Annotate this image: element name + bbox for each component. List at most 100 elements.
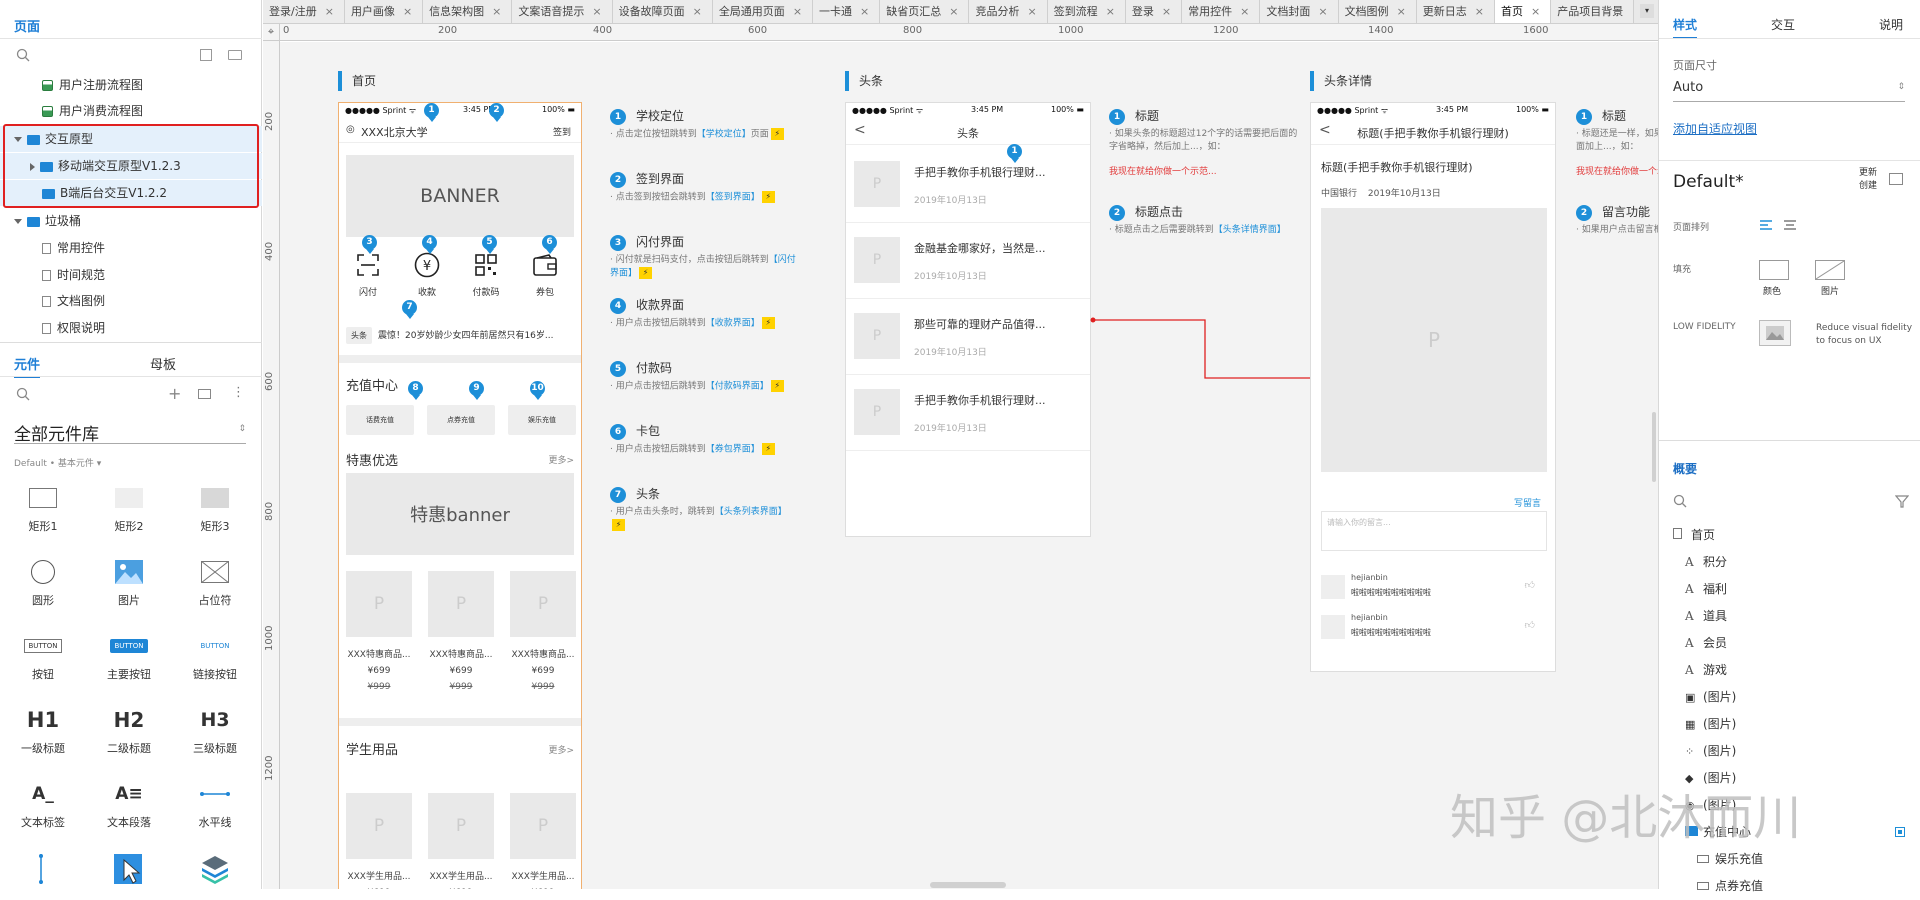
lightning-icon[interactable]: ⚡ (612, 519, 625, 531)
lightning-icon[interactable]: ⚡ (770, 128, 784, 140)
outline-item[interactable]: ⁘ (图片) (1685, 738, 1736, 765)
tab-4[interactable]: 设备故障页面 × (612, 0, 713, 23)
banner[interactable]: BANNER (346, 155, 574, 237)
close-icon[interactable]: × (693, 5, 702, 18)
more-link[interactable]: 更多> (548, 453, 574, 466)
like-icon[interactable]: 👍︎ (1525, 619, 1535, 631)
search-icon[interactable] (1673, 494, 1687, 508)
news-item[interactable]: P 手把手教你手机银行理财... 2019年10月13日 (846, 375, 1090, 451)
tab-3[interactable]: 文案语音提示 × (512, 0, 613, 23)
lightning-icon[interactable]: ⚡ (639, 267, 653, 279)
tab-7[interactable]: 缺省页汇总 × (880, 0, 970, 23)
library-select[interactable]: 全部元件库 ⇕ (14, 420, 246, 445)
detail-phone[interactable]: ●●●●● Sprint ᯤ 3:45 PM 100% ▬ < 标题(手把手教你… (1310, 102, 1556, 672)
tab-15[interactable]: 首页 × (1495, 0, 1552, 23)
adaptive-view-link[interactable]: 添加自适应视图 (1673, 120, 1757, 137)
component-link-button[interactable]: BUTTON 链接按钮 (175, 632, 255, 682)
outline-item[interactable]: 首页 (1673, 522, 1715, 549)
horizontal-scrollbar[interactable] (930, 882, 1006, 888)
recharge-item[interactable]: 娱乐充值 (508, 405, 576, 435)
close-icon[interactable]: × (1106, 5, 1115, 18)
close-icon[interactable]: × (1397, 5, 1406, 18)
quick-action-1[interactable]: ¥ 收款 (406, 251, 448, 298)
lightning-icon[interactable]: ⚡ (761, 191, 775, 203)
close-icon[interactable]: × (793, 5, 802, 18)
close-icon[interactable]: × (1318, 5, 1327, 18)
pages-tab[interactable]: 页面 (14, 16, 40, 35)
component-h3[interactable]: H3 三级标题 (175, 706, 255, 756)
product-card[interactable]: P XXX特惠商品... ¥699 ¥999 (428, 571, 494, 695)
annotation-link[interactable]: 【学校定位】 (697, 130, 751, 140)
component-h1[interactable]: H1 一级标题 (3, 706, 83, 756)
tree-item[interactable]: 用户注册流程图 (0, 72, 262, 98)
component-h2[interactable]: H2 二级标题 (89, 706, 169, 756)
edit-style-icon[interactable] (1889, 173, 1903, 185)
outline-item[interactable]: A 游戏 (1685, 657, 1727, 684)
location-text[interactable]: XXX北京大学 (361, 124, 428, 140)
align-left-icon[interactable] (1759, 219, 1773, 231)
outline-item[interactable]: 点券充值 (1697, 873, 1763, 900)
more-icon[interactable]: ⋮ (232, 385, 245, 400)
annotation-link[interactable]: 【头条详情界面】 (1214, 225, 1286, 235)
close-icon[interactable]: × (1475, 5, 1484, 18)
tab-14[interactable]: 更新日志 × (1416, 0, 1495, 23)
add-folder-icon[interactable] (228, 50, 242, 60)
component-circle[interactable]: 圆形 (3, 558, 83, 608)
close-icon[interactable]: × (1027, 5, 1036, 18)
tab-overflow-icon[interactable]: ▾ (1640, 4, 1654, 18)
component-image[interactable]: 图片 (89, 558, 169, 608)
inspector-tab-2[interactable]: 说明 (1879, 16, 1903, 33)
comment-input[interactable]: 请输入你的留言... (1321, 511, 1547, 551)
checkin-button[interactable]: 签到 (553, 125, 571, 138)
close-icon[interactable]: × (325, 5, 334, 18)
outline-item[interactable]: ▣ (图片) (1685, 684, 1736, 711)
add-library-icon[interactable]: + (168, 384, 181, 403)
align-center-icon[interactable] (1783, 219, 1797, 231)
lowfi-toggle[interactable] (1759, 320, 1791, 346)
component-rect1[interactable]: 矩形1 (3, 484, 83, 534)
vertical-line-icon[interactable] (38, 854, 44, 884)
tree-item[interactable]: 时间规范 (0, 262, 262, 288)
close-icon[interactable]: × (1240, 5, 1249, 18)
style-name[interactable]: Default* (1673, 172, 1744, 192)
component-rect3[interactable]: 矩形3 (175, 484, 255, 534)
news-item[interactable]: P 手把手教你手机银行理财... 2019年10月13日 (846, 147, 1090, 223)
quick-action-2[interactable]: 付款码 (465, 251, 507, 298)
deal-banner[interactable]: 特惠banner (346, 473, 574, 555)
tab-8[interactable]: 竞品分析 × (969, 0, 1048, 23)
close-icon[interactable]: × (1531, 5, 1540, 18)
annotation-link[interactable]: 【收款界面】 (706, 319, 760, 329)
annotation-link[interactable]: 【券包界面】 (706, 445, 760, 455)
component-text-paragraph[interactable]: A≡ 文本段落 (89, 780, 169, 830)
tab-5[interactable]: 全局通用页面 × (712, 0, 814, 23)
more-link[interactable]: 更多> (548, 743, 574, 756)
library-filter[interactable]: Default • 基本元件 ▾ (14, 456, 101, 469)
like-icon[interactable]: 👍︎ (1525, 579, 1535, 591)
annotation-link[interactable]: 【付款码界面】 (706, 382, 769, 392)
tab-9[interactable]: 签到流程 × (1047, 0, 1126, 23)
quick-action-3[interactable]: 券包 (524, 251, 566, 298)
inspector-tab-1[interactable]: 交互 (1771, 16, 1795, 33)
filter-icon[interactable] (1894, 494, 1910, 508)
news-item[interactable]: P 那些可靠的理财产品值得... 2019年10月13日 (846, 299, 1090, 375)
outline-item[interactable]: A 道具 (1685, 603, 1727, 630)
tab-10[interactable]: 登录 × (1125, 0, 1183, 23)
tab-1[interactable]: 用户画像 × (344, 0, 424, 23)
tab-11[interactable]: 常用控件 × (1182, 0, 1261, 23)
outline-title[interactable]: 概要 (1673, 460, 1697, 477)
lightning-icon[interactable]: ⚡ (761, 443, 775, 455)
design-canvas[interactable]: 首页 ●●●●● Sprint ᯤ 3:45 PM 100% ▬ ◎ XXX北京… (280, 42, 1658, 889)
annotation-link[interactable]: 【头条列表界面】 (715, 507, 787, 517)
tab-6[interactable]: 一卡通 × (813, 0, 881, 23)
search-icon[interactable] (16, 387, 30, 401)
outline-item[interactable]: ▦ (图片) (1685, 711, 1736, 738)
recharge-item[interactable]: 话费充值 (346, 405, 414, 435)
hotspot-icon[interactable] (114, 854, 142, 884)
outline-item[interactable]: A 福利 (1685, 576, 1727, 603)
library-copy-icon[interactable] (198, 389, 211, 399)
tab-2[interactable]: 信息架构图 × (423, 0, 513, 23)
search-icon[interactable] (16, 48, 30, 62)
lightning-icon[interactable]: ⚡ (770, 380, 784, 392)
tab-16[interactable]: 产品项目背景 (1551, 0, 1635, 23)
components-tab[interactable]: 元件 (14, 354, 41, 378)
